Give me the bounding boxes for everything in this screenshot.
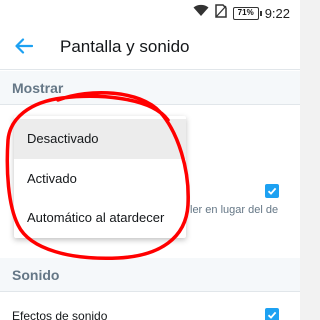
check-icon (267, 187, 277, 195)
setting-description: ler en lugar del de (190, 204, 279, 216)
battery-icon: 71% (232, 6, 262, 20)
back-button[interactable] (10, 34, 38, 62)
sound-effects-checkbox[interactable] (265, 308, 279, 320)
night-mode-dropdown: Desactivado Activado Automático al atard… (14, 116, 186, 238)
status-time: 9:22 (264, 5, 290, 21)
check-icon (267, 311, 277, 319)
arrow-left-icon (15, 37, 34, 59)
section-header-sound: Sonido (0, 258, 300, 292)
dropdown-option-auto[interactable]: Automático al atardecer (14, 198, 186, 238)
screen: 71% 9:22 Pantalla y sonido Mostrar ler e… (0, 0, 300, 320)
status-icons: 71% 9:22 (193, 3, 290, 23)
section-title-sound: Sonido (12, 267, 60, 283)
battery-label: 71% (237, 7, 254, 17)
dropdown-option-on[interactable]: Activado (14, 159, 186, 199)
setting-checkbox[interactable] (265, 184, 279, 198)
dropdown-option-off[interactable]: Desactivado (14, 119, 186, 159)
section-header-display: Mostrar (0, 71, 300, 105)
page-title: Pantalla y sonido (60, 37, 190, 56)
wifi-icon (193, 4, 209, 22)
section-title-display: Mostrar (12, 80, 64, 96)
sound-effects-label: Efectos de sonido (12, 309, 108, 320)
status-bar: 71% 9:22 (0, 0, 300, 26)
app-bar: Pantalla y sonido (0, 26, 300, 70)
no-sim-icon (214, 3, 227, 23)
